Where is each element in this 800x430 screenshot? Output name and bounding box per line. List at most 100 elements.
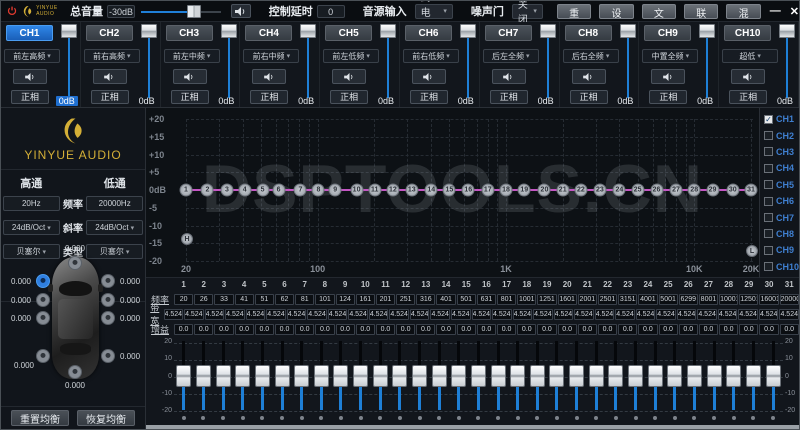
eq-channel-item[interactable]: CH5	[764, 177, 799, 193]
speaker-dot-icon[interactable]	[36, 311, 50, 325]
band-gain-fader[interactable]	[626, 338, 646, 427]
channel-phase-button[interactable]: 正相	[569, 90, 608, 104]
band-gain-input[interactable]: 0.0	[597, 323, 618, 335]
fader-handle[interactable]	[667, 365, 683, 387]
fader-handle[interactable]	[569, 365, 585, 387]
tune-button[interactable]: 联调	[684, 3, 719, 35]
channel-select-button[interactable]: CH7	[484, 25, 532, 41]
band-gain-input[interactable]: 0.0	[456, 323, 476, 335]
band-freq-input[interactable]: 251	[396, 293, 416, 305]
band-freq-input[interactable]: 81	[295, 293, 315, 305]
channel-output-dropdown[interactable]: 前左低频 ▾	[323, 49, 380, 63]
band-gain-fader[interactable]	[567, 338, 587, 427]
highpass-slope-dropdown[interactable]: 24dB/Oct ▾	[3, 220, 60, 235]
band-gain-fader[interactable]	[469, 338, 489, 427]
band-bw-input[interactable]: 4.524	[533, 308, 553, 320]
band-bw-input[interactable]: 4.524	[204, 308, 225, 320]
eq-band-point[interactable]: 31	[744, 183, 758, 197]
eq-channel-item[interactable]: CH6	[764, 193, 799, 209]
channel-phase-button[interactable]: 正相	[170, 90, 209, 104]
band-freq-input[interactable]: 4001	[638, 293, 658, 305]
band-gain-input[interactable]: 0.0	[274, 323, 295, 335]
fader-handle[interactable]	[215, 365, 231, 387]
checkbox-icon[interactable]	[764, 131, 773, 141]
band-bw-input[interactable]: 4.524	[779, 308, 799, 320]
checkbox-icon[interactable]	[764, 229, 773, 239]
checkbox-icon[interactable]	[764, 147, 773, 157]
channel-phase-button[interactable]: 正相	[250, 90, 289, 104]
band-gain-fader[interactable]	[586, 338, 606, 427]
band-gain-fader[interactable]	[763, 338, 783, 427]
reset-button[interactable]: 重置	[556, 3, 592, 35]
band-gain-fader[interactable]	[645, 338, 665, 427]
channel-mute-button[interactable]	[332, 69, 367, 84]
band-gain-input[interactable]: 0.0	[214, 323, 234, 335]
eq-band-point[interactable]: 11	[368, 183, 382, 197]
channel-mute-button[interactable]	[731, 69, 766, 84]
checkbox-icon[interactable]	[764, 245, 773, 255]
delay-point[interactable]: 0.000	[101, 274, 140, 288]
channel-gain-slider[interactable]	[220, 24, 237, 98]
band-bw-input[interactable]: 4.524	[286, 308, 307, 320]
delay-point[interactable]: 0.000	[11, 311, 50, 325]
band-freq-input[interactable]: 631	[476, 293, 496, 305]
band-bw-input[interactable]: 4.524	[512, 308, 533, 320]
lowpass-handle[interactable]: L	[746, 245, 758, 257]
band-freq-input[interactable]: 401	[436, 293, 456, 305]
slider-handle[interactable]	[220, 24, 237, 38]
restore-eq-button[interactable]: 恢复均衡	[77, 409, 135, 426]
minimize-button[interactable]: —	[770, 5, 781, 17]
band-freq-input[interactable]: 3151	[618, 293, 638, 305]
speaker-dot-icon[interactable]	[36, 349, 50, 363]
eq-band-point[interactable]: 5	[256, 183, 270, 197]
band-bw-input[interactable]: 4.524	[615, 308, 635, 320]
band-gain-input[interactable]: 0.0	[658, 323, 678, 335]
horizontal-scrollbar[interactable]	[146, 425, 799, 429]
eq-band-point[interactable]: 19	[517, 183, 531, 197]
band-freq-input[interactable]: 10001	[719, 293, 739, 305]
channel-select-button[interactable]: CH1	[6, 25, 53, 41]
band-bw-input[interactable]: 4.524	[245, 308, 266, 320]
eq-band-point[interactable]: 28	[687, 183, 701, 197]
fader-handle[interactable]	[588, 365, 604, 387]
band-bw-input[interactable]: 4.524	[184, 308, 204, 320]
channel-mute-button[interactable]	[651, 69, 686, 84]
eq-channel-item[interactable]: CH7	[764, 209, 799, 225]
channel-output-dropdown[interactable]: 前右低频 ▾	[402, 49, 459, 63]
band-freq-input[interactable]: 62	[274, 293, 295, 305]
band-gain-fader[interactable]	[685, 338, 705, 427]
band-gain-input[interactable]: 0.0	[698, 323, 719, 335]
band-gain-input[interactable]: 0.0	[678, 323, 698, 335]
eq-band-point[interactable]: 10	[350, 183, 364, 197]
band-freq-input[interactable]: 33	[214, 293, 234, 305]
channel-gain-slider[interactable]	[140, 24, 157, 98]
eq-channel-item[interactable]: CH2	[764, 127, 799, 143]
channel-phase-button[interactable]: 正相	[11, 90, 49, 104]
band-gain-input[interactable]: 0.0	[537, 323, 557, 335]
band-gain-input[interactable]: 0.0	[517, 323, 537, 335]
delay-point[interactable]: 0.000	[101, 311, 140, 325]
channel-select-button[interactable]: CH6	[404, 25, 452, 41]
delay-point[interactable]: 0.000	[11, 293, 50, 307]
eq-band-point[interactable]: 8	[311, 183, 325, 197]
eq-band-point[interactable]: 24	[612, 183, 626, 197]
channel-gain-slider[interactable]	[459, 24, 476, 98]
speaker-dot-icon[interactable]	[68, 256, 82, 270]
eq-plot-area[interactable]: DSPTOOLS.CN +20 +15 +10 +5 0dB -5 -10 -15 -20 20…	[146, 108, 759, 278]
channel-phase-button[interactable]: 正相	[90, 90, 129, 104]
fader-handle[interactable]	[510, 365, 526, 387]
channel-phase-button[interactable]: 正相	[409, 90, 448, 104]
eq-channel-item[interactable]: CH3	[764, 144, 799, 160]
band-gain-input[interactable]: 0.0	[234, 323, 254, 335]
eq-band-point[interactable]: 3	[220, 183, 234, 197]
band-freq-input[interactable]: 16001	[759, 293, 779, 305]
band-bw-input[interactable]: 4.524	[471, 308, 492, 320]
band-freq-input[interactable]: 41	[234, 293, 254, 305]
master-volume-slider[interactable]	[140, 4, 222, 18]
reset-eq-button[interactable]: 重置均衡	[11, 409, 69, 426]
eq-band-point[interactable]: 23	[593, 183, 607, 197]
fader-handle[interactable]	[647, 365, 663, 387]
eq-channel-item[interactable]: CH1	[764, 111, 799, 127]
band-gain-fader[interactable]	[724, 338, 744, 427]
band-freq-input[interactable]: 6299	[678, 293, 698, 305]
